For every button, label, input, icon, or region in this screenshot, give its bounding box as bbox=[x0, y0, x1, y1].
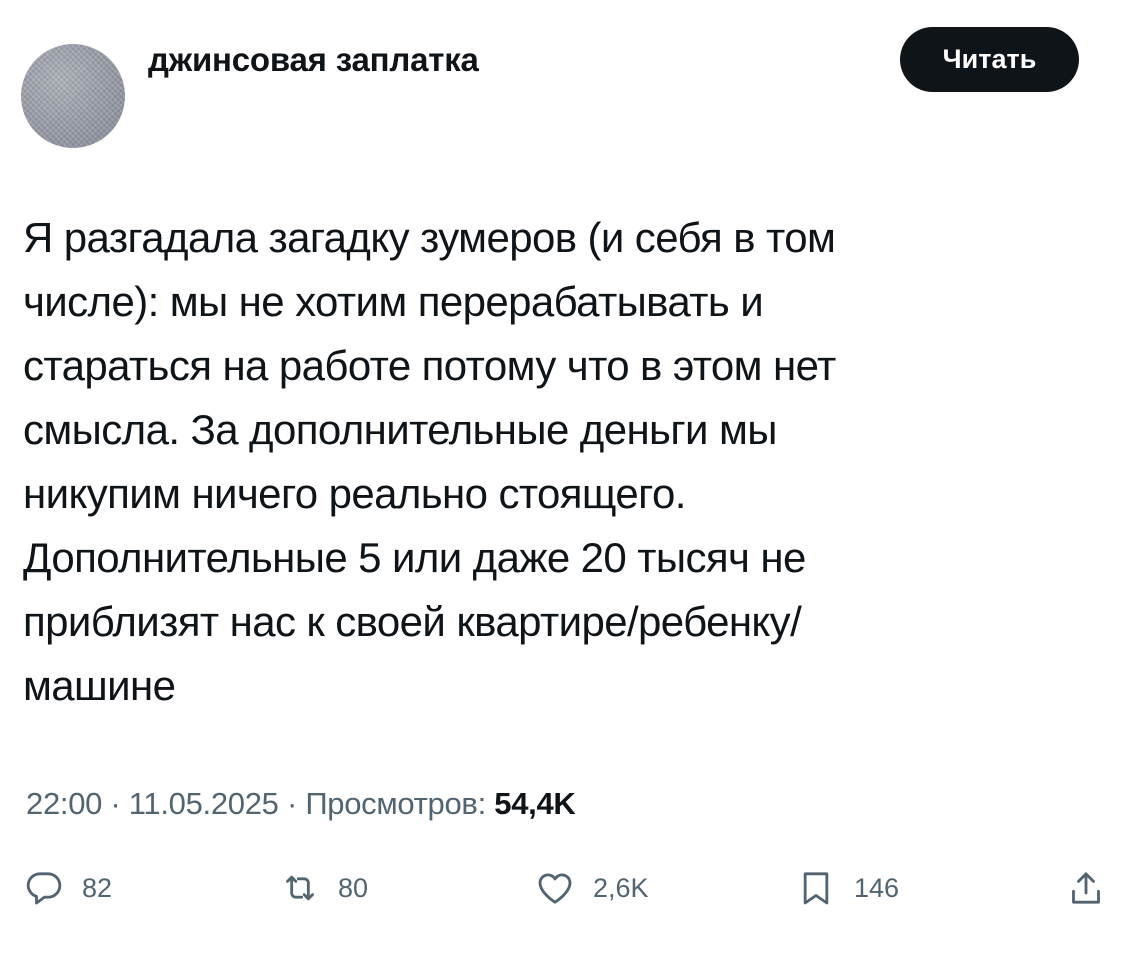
tweet-text: Я разгадала загадку зумеров (и себя в то… bbox=[23, 206, 1023, 718]
meta-separator: · bbox=[286, 786, 297, 821]
bookmark-count: 146 bbox=[854, 872, 900, 903]
reply-button[interactable]: 82 bbox=[24, 866, 112, 910]
repost-button[interactable]: 80 bbox=[280, 866, 368, 910]
author-name[interactable]: джинсовая заплатка bbox=[148, 40, 479, 80]
tweet-text-line: Дополнительные 5 или даже 20 тысяч не bbox=[23, 534, 806, 581]
tweet-date[interactable]: 11.05.2025 bbox=[129, 786, 279, 821]
heart-icon bbox=[538, 873, 572, 904]
share-button[interactable] bbox=[1066, 866, 1106, 910]
reply-count: 82 bbox=[82, 872, 113, 903]
tweet-text-line: никупим ничего реально стоящего. bbox=[23, 470, 686, 517]
tweet-text-line: приблизят нас к своей квартире/ребенку/ bbox=[23, 598, 802, 645]
reply-icon bbox=[26, 872, 62, 905]
share-icon bbox=[1072, 872, 1100, 904]
views-label: Просмотров: bbox=[305, 786, 486, 821]
views-count: 54,4K bbox=[494, 786, 576, 821]
repost-icon bbox=[286, 875, 314, 901]
repost-count: 80 bbox=[338, 872, 369, 903]
tweet-text-line: смысла. За дополнительные деньги мы bbox=[23, 406, 777, 453]
meta-separator: · bbox=[110, 786, 121, 821]
tweet-meta: 22:00 · 11.05.2025 · Просмотров: 54,4K bbox=[26, 784, 576, 824]
like-button[interactable]: 2,6K bbox=[535, 866, 649, 910]
tweet-text-line: Я разгадала загадку зумеров (и себя в то… bbox=[23, 214, 836, 261]
bookmark-button[interactable]: 146 bbox=[796, 866, 899, 910]
bookmark-icon bbox=[803, 872, 829, 905]
tweet-text-line: числе): мы не хотим перерабатывать и bbox=[23, 278, 764, 325]
tweet-text-line: стараться на работе потому что в этом не… bbox=[23, 342, 836, 389]
tweet-text-line: машине bbox=[23, 662, 176, 709]
tweet-time[interactable]: 22:00 bbox=[26, 786, 102, 821]
avatar[interactable] bbox=[21, 44, 125, 148]
like-count: 2,6K bbox=[593, 872, 649, 903]
follow-button[interactable]: Читать bbox=[900, 27, 1079, 92]
